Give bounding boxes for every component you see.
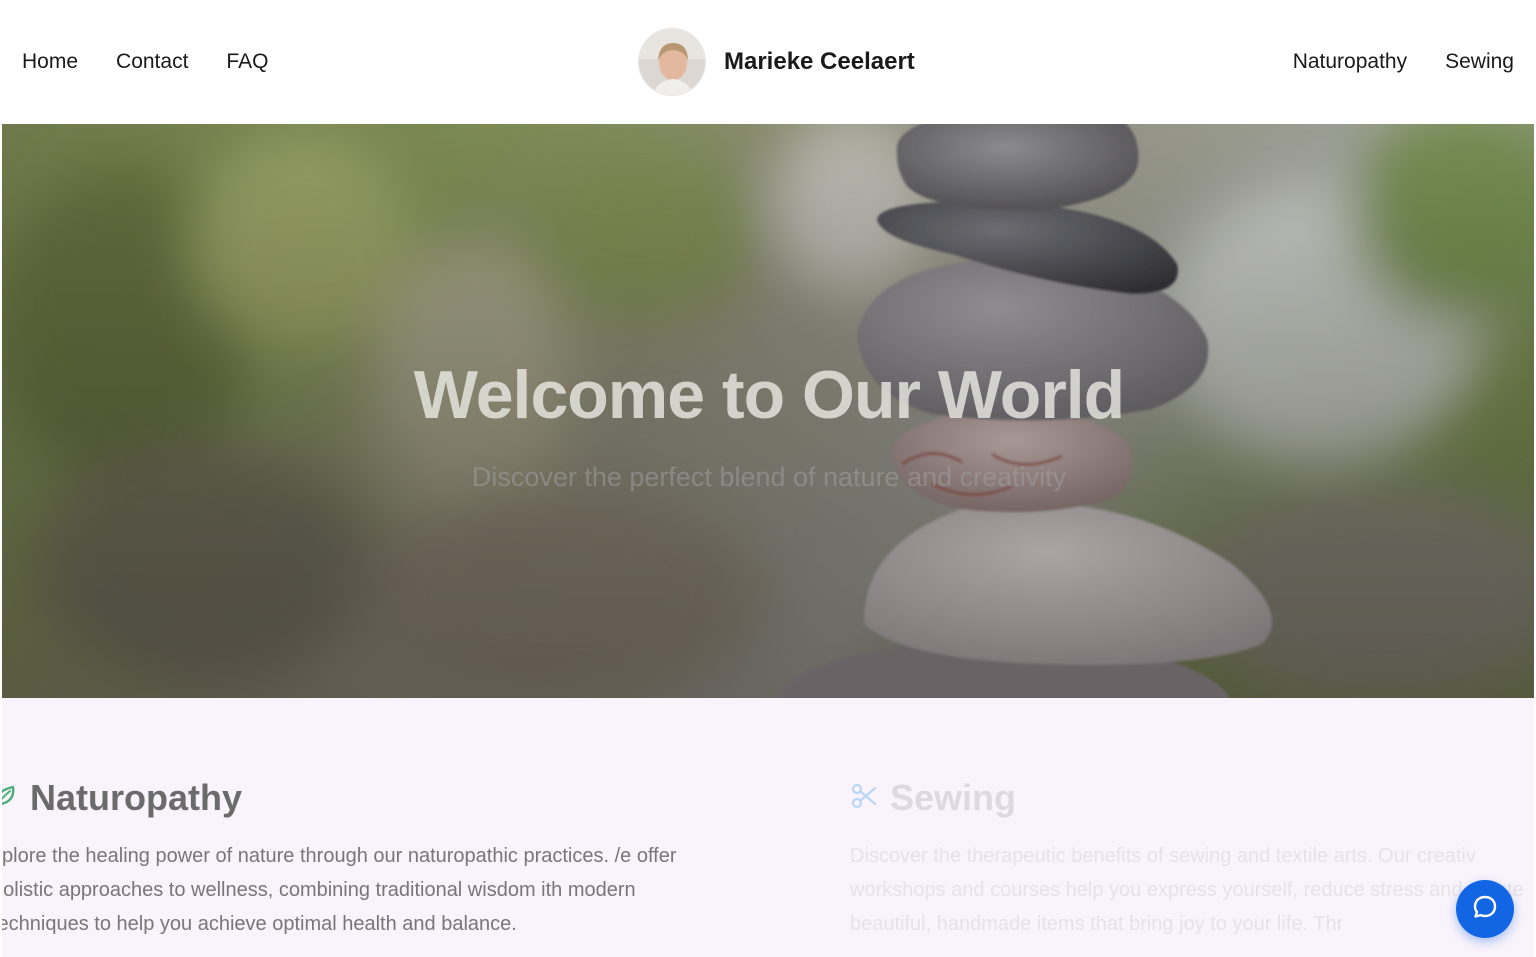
nav-link-faq[interactable]: FAQ (226, 48, 268, 76)
hero-banner: Welcome to Our World Discover the perfec… (2, 124, 1534, 698)
chat-bubble-icon (1471, 893, 1499, 926)
nav-link-home[interactable]: Home (22, 48, 78, 76)
nav-left-links: Home Contact FAQ (22, 48, 268, 76)
brand-name: Marieke Ceelaert (724, 48, 915, 75)
feature-sewing-header: Sewing (850, 774, 1534, 822)
nav-link-sewing[interactable]: Sewing (1445, 48, 1514, 76)
feature-description: xplore the healing power of nature throu… (2, 845, 677, 935)
feature-sewing: Sewing Discover the therapeutic benefits… (850, 774, 1534, 941)
hero-subtitle: Discover the perfect blend of nature and… (471, 462, 1067, 492)
feature-title: Naturopathy (30, 777, 243, 818)
top-navigation: Home Contact FAQ Marieke Ceelaert Naturo… (0, 0, 1536, 124)
nav-link-naturopathy[interactable]: Naturopathy (1293, 48, 1407, 76)
nav-link-contact[interactable]: Contact (116, 48, 188, 76)
nav-right-links: Naturopathy Sewing (1293, 48, 1514, 76)
feature-title: Sewing (890, 777, 1017, 818)
feature-naturopathy: Naturopathy xplore the healing power of … (2, 774, 692, 941)
leaf-icon (2, 783, 18, 814)
feature-naturopathy-header: Naturopathy (2, 774, 692, 822)
hero-title: Welcome to Our World (413, 357, 1125, 433)
features-section: Naturopathy xplore the healing power of … (2, 698, 1534, 957)
chat-button[interactable] (1456, 880, 1514, 938)
feature-description: Discover the therapeutic benefits of sew… (850, 845, 1524, 935)
avatar (638, 28, 706, 96)
brand-logo-link[interactable]: Marieke Ceelaert (638, 28, 915, 96)
scissors-icon (850, 782, 878, 815)
